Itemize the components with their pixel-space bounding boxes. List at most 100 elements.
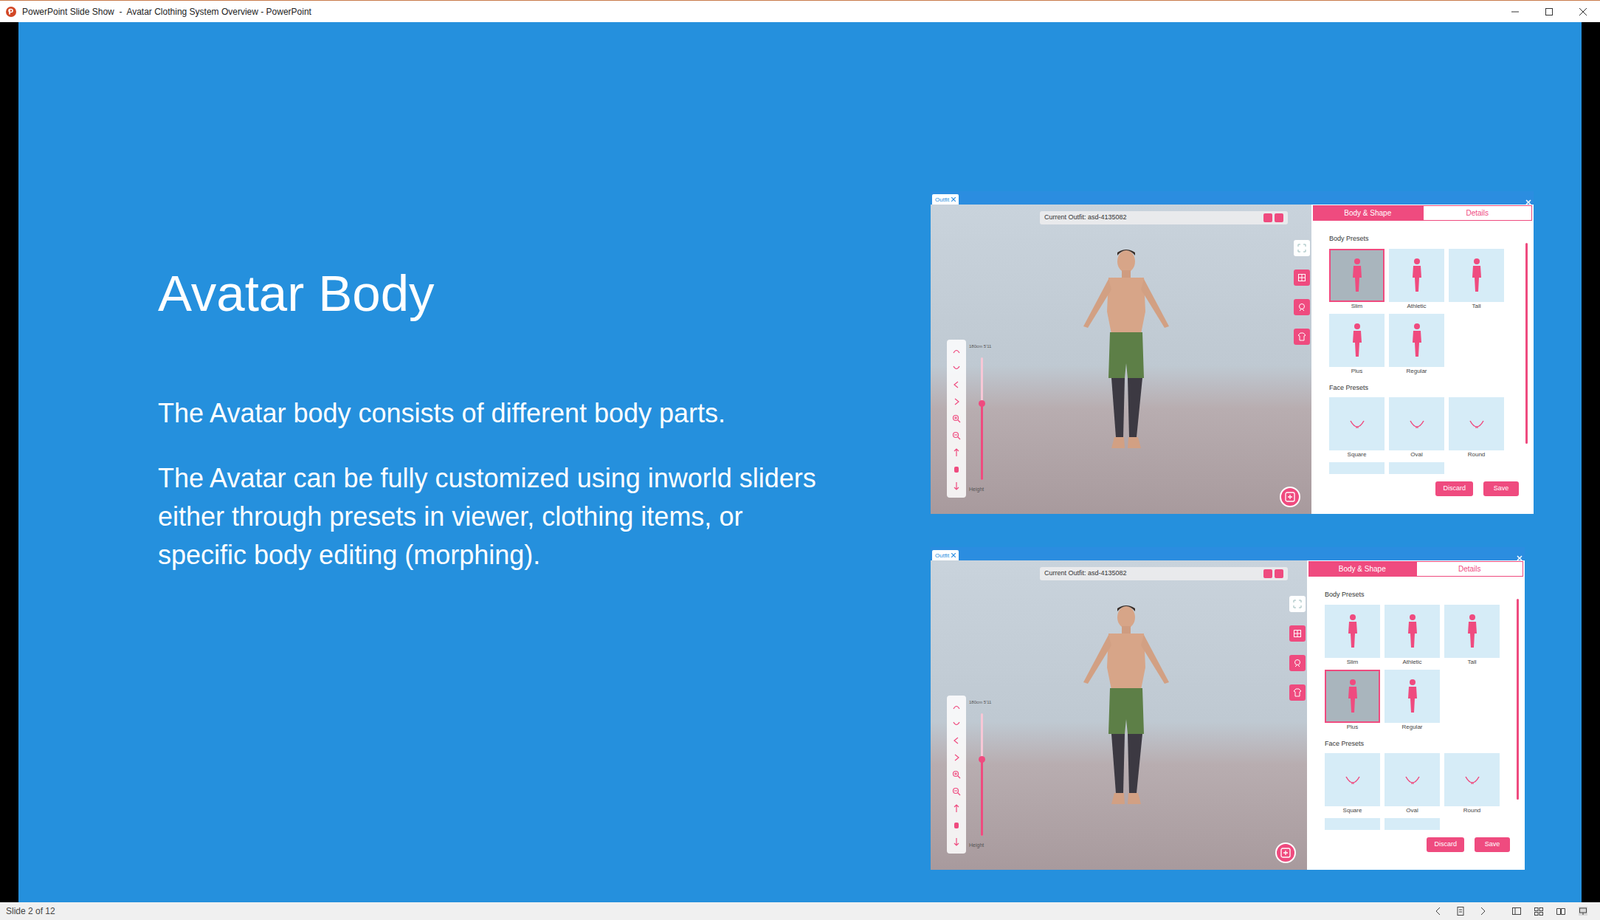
- body-preset[interactable]: Athletic: [1384, 604, 1440, 667]
- reading-view-icon[interactable]: [1555, 905, 1567, 916]
- move-up-icon[interactable]: [952, 803, 961, 813]
- body-preset[interactable]: Athletic: [1388, 248, 1445, 311]
- fullscreen-icon[interactable]: [1293, 239, 1310, 257]
- body-preset[interactable]: Slim: [1324, 604, 1381, 667]
- body-preset[interactable]: Tall: [1448, 248, 1505, 311]
- face-preset-tile[interactable]: [1324, 752, 1381, 806]
- rotate-right-icon[interactable]: [952, 397, 961, 406]
- body-icon[interactable]: [952, 464, 961, 474]
- zoom-in-icon[interactable]: [952, 414, 961, 423]
- move-up-icon[interactable]: [952, 447, 961, 457]
- move-down-icon[interactable]: [952, 481, 961, 491]
- save-button[interactable]: Save: [1474, 836, 1510, 852]
- body-preset-tile[interactable]: [1448, 248, 1505, 302]
- face-preset-tile[interactable]: [1388, 461, 1445, 474]
- maximize-icon[interactable]: [1532, 0, 1567, 23]
- add-item-icon[interactable]: [1279, 486, 1301, 508]
- outfit-tab[interactable]: Outfit: [932, 549, 959, 561]
- face-preset-tile[interactable]: [1384, 752, 1440, 806]
- height-slider[interactable]: [980, 357, 984, 480]
- delete-outfit-icon[interactable]: [1274, 213, 1284, 223]
- slideshow-icon[interactable]: [1577, 905, 1589, 916]
- height-slider[interactable]: [980, 712, 984, 836]
- tab-close-icon[interactable]: [951, 550, 956, 561]
- face-preset[interactable]: Round: [1444, 752, 1500, 815]
- save-outfit-icon[interactable]: [1263, 213, 1273, 223]
- tab-close-icon[interactable]: [951, 194, 956, 205]
- body-preset[interactable]: Regular: [1384, 669, 1440, 732]
- face-preset-tile[interactable]: [1329, 397, 1385, 451]
- rotate-up-icon[interactable]: [952, 701, 961, 711]
- normal-view-icon[interactable]: [1511, 905, 1522, 916]
- face-preset-tile[interactable]: [1388, 397, 1445, 451]
- height-slider-thumb[interactable]: [978, 755, 986, 763]
- body-shape-icon[interactable]: [1293, 298, 1310, 316]
- body-preset[interactable]: Tall: [1444, 604, 1500, 667]
- fullscreen-icon[interactable]: [1289, 595, 1306, 612]
- body-preset[interactable]: Plus: [1324, 669, 1381, 732]
- add-item-icon[interactable]: [1275, 842, 1296, 863]
- next-icon[interactable]: [1477, 905, 1488, 916]
- body-preset-tile[interactable]: [1444, 604, 1500, 658]
- panel-tab[interactable]: Body & Shape: [1308, 560, 1417, 577]
- body-preset-tile[interactable]: [1329, 248, 1385, 302]
- grid-icon[interactable]: [1289, 625, 1306, 642]
- discard-button[interactable]: Discard: [1426, 836, 1465, 852]
- body-preset[interactable]: Plus: [1329, 313, 1385, 376]
- grid-icon[interactable]: [1293, 269, 1310, 286]
- face-preset[interactable]: Round: [1448, 397, 1505, 460]
- body-preset[interactable]: Regular: [1388, 313, 1445, 376]
- window-close-icon[interactable]: [1515, 548, 1524, 556]
- face-preset[interactable]: Square: [1329, 397, 1385, 460]
- outfit-tab[interactable]: Outfit: [932, 194, 959, 205]
- body-icon[interactable]: [952, 820, 961, 830]
- zoom-out-icon[interactable]: [952, 430, 961, 440]
- zoom-in-icon[interactable]: [952, 769, 961, 779]
- body-shape-icon[interactable]: [1289, 654, 1306, 671]
- face-preset[interactable]: Oval: [1384, 752, 1440, 815]
- minimize-icon[interactable]: [1498, 0, 1533, 23]
- panel-tab[interactable]: Details: [1422, 205, 1533, 221]
- body-preset-tile[interactable]: [1324, 604, 1381, 658]
- body-preset-tile[interactable]: [1329, 313, 1385, 367]
- face-preset[interactable]: Oval: [1388, 397, 1445, 460]
- face-preset-tile[interactable]: [1444, 752, 1500, 806]
- face-preset-tile[interactable]: [1324, 817, 1381, 830]
- face-preset-tile[interactable]: [1384, 817, 1440, 830]
- rotate-left-icon[interactable]: [952, 380, 961, 389]
- body-preset-tile[interactable]: [1388, 313, 1445, 367]
- avatar-viewport[interactable]: Current Outfit: asd-4135082180cm 5'11Hei…: [930, 204, 1312, 514]
- save-button[interactable]: Save: [1483, 481, 1519, 496]
- clothing-icon[interactable]: [1293, 328, 1310, 345]
- panel-tab[interactable]: Details: [1416, 560, 1524, 577]
- delete-outfit-icon[interactable]: [1274, 569, 1284, 578]
- zoom-out-icon[interactable]: [952, 786, 961, 796]
- move-down-icon[interactable]: [952, 836, 961, 846]
- rotate-down-icon[interactable]: [952, 363, 961, 372]
- window-close-icon[interactable]: [1524, 192, 1533, 200]
- body-preset-tile[interactable]: [1388, 248, 1445, 302]
- avatar-viewport[interactable]: Current Outfit: asd-4135082180cm 5'11Hei…: [930, 560, 1308, 870]
- close-icon[interactable]: [1566, 0, 1600, 23]
- panel-scrollbar[interactable]: [1516, 598, 1519, 800]
- body-preset-tile[interactable]: [1324, 669, 1381, 723]
- previous-icon[interactable]: [1433, 905, 1444, 916]
- rotate-up-icon[interactable]: [952, 346, 961, 355]
- slide-sorter-icon[interactable]: [1533, 905, 1544, 916]
- face-preset[interactable]: Square: [1324, 752, 1381, 815]
- discard-button[interactable]: Discard: [1435, 481, 1474, 496]
- body-preset-tile[interactable]: [1384, 604, 1440, 658]
- face-preset-tile[interactable]: [1448, 397, 1505, 451]
- save-outfit-icon[interactable]: [1263, 569, 1273, 578]
- rotate-right-icon[interactable]: [952, 752, 961, 762]
- rotate-down-icon[interactable]: [952, 718, 961, 728]
- body-preset-tile[interactable]: [1384, 669, 1440, 723]
- notes-icon[interactable]: [1455, 905, 1466, 916]
- height-slider-thumb[interactable]: [978, 400, 986, 407]
- face-preset-tile[interactable]: [1329, 461, 1385, 474]
- panel-tab[interactable]: Body & Shape: [1312, 205, 1423, 221]
- rotate-left-icon[interactable]: [952, 735, 961, 745]
- body-preset[interactable]: Slim: [1329, 248, 1385, 311]
- panel-scrollbar[interactable]: [1525, 242, 1528, 444]
- clothing-icon[interactable]: [1289, 684, 1306, 701]
